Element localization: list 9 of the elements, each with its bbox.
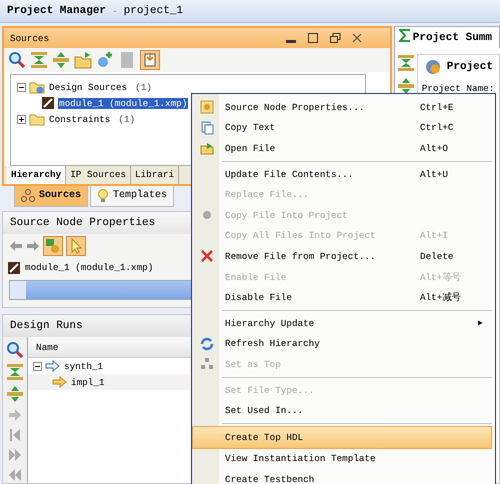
panel-title: Sources [10, 32, 50, 44]
project-name: project_1 [124, 5, 184, 17]
item-count: (1) [118, 114, 136, 124]
panel-title: Project Manager [7, 5, 106, 17]
item-count: (1) [135, 82, 152, 92]
node-name: module_1 (module_1.xmp) [25, 262, 154, 274]
field-label: Project Name: [420, 82, 496, 96]
section-title: Project [446, 61, 493, 73]
title-separator: - [112, 6, 118, 16]
